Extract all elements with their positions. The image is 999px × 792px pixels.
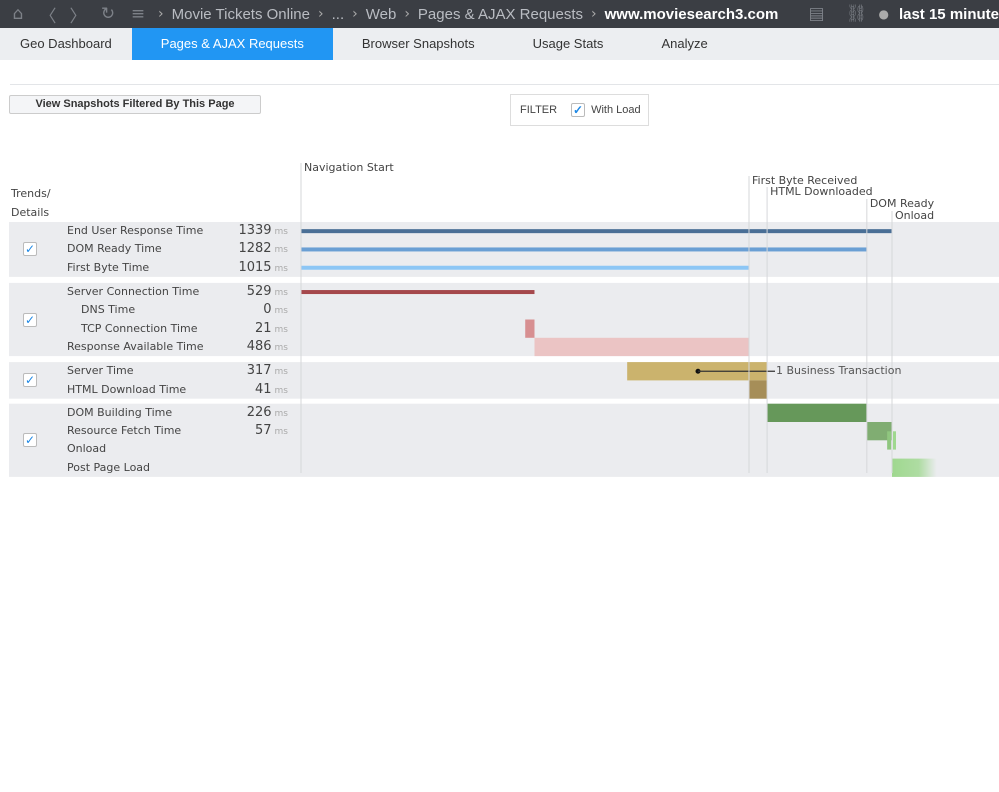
metric-label: Server Connection Time	[67, 285, 200, 299]
unit-label: ms	[274, 342, 288, 353]
metric-value: 1282 ms	[210, 241, 288, 256]
value-number: 1339	[238, 223, 272, 239]
marker-label: Onload	[895, 209, 935, 222]
unit-label: ms	[274, 367, 288, 378]
metric-label: End User Response Time	[67, 224, 204, 238]
metric-value: 0 ms	[210, 302, 288, 317]
value-number: 1282	[238, 241, 272, 257]
metric-label: Response Available Time	[67, 339, 204, 353]
metric-label: Resource Fetch Time	[67, 424, 182, 438]
metric-value: 41 ms	[210, 382, 288, 397]
unit-label: ms	[274, 245, 288, 256]
unit-label: ms	[274, 408, 288, 419]
metric-value: 1015 ms	[210, 260, 288, 275]
trends-checkbox[interactable]: ✓	[23, 312, 37, 327]
marker-label: Navigation Start	[304, 161, 394, 174]
metric-value: 21 ms	[210, 321, 288, 336]
unit-label: ms	[274, 306, 288, 317]
value-number: 21	[254, 320, 272, 336]
unit-label: ms	[274, 227, 288, 238]
metric-label: First Byte Time	[67, 260, 150, 274]
metric-value: 317 ms	[210, 363, 288, 378]
marker-label: HTML Downloaded	[770, 185, 873, 198]
metric-value: 486 ms	[210, 339, 288, 354]
trends-checkbox[interactable]: ✓	[23, 373, 37, 388]
value-number: 529	[246, 284, 272, 300]
value-number: 486	[246, 338, 272, 354]
value-number: 1015	[238, 259, 272, 275]
metric-label: Onload	[67, 442, 107, 456]
metric-label: Post Page Load	[67, 460, 151, 474]
value-number: 57	[254, 423, 272, 439]
metric-value: 529 ms	[210, 284, 288, 299]
metric-label: HTML Download Time	[67, 382, 187, 396]
metric-label: DOM Ready Time	[67, 242, 162, 256]
business-transaction-link[interactable]: 1 Business Transaction	[776, 364, 901, 377]
unit-label: ms	[274, 427, 288, 438]
value-number: 41	[254, 381, 272, 397]
unit-label: ms	[274, 263, 288, 274]
unit-label: ms	[274, 288, 288, 299]
value-number: 226	[246, 404, 272, 420]
metric-value: 226 ms	[210, 405, 288, 420]
metric-value: 57 ms	[210, 423, 288, 438]
unit-label: ms	[274, 324, 288, 335]
metric-rows: ✓ End User Response Time 1339 ms DOM Ready T…	[0, 0, 999, 792]
value-number: 0	[263, 302, 272, 318]
trends-checkbox[interactable]: ✓	[23, 242, 37, 257]
metric-label: DNS Time	[81, 303, 136, 317]
trends-checkbox[interactable]: ✓	[23, 433, 37, 448]
metric-label: TCP Connection Time	[81, 321, 198, 335]
value-number: 317	[246, 363, 272, 379]
unit-label: ms	[274, 385, 288, 396]
metric-label: DOM Building Time	[67, 405, 173, 419]
metric-label: Server Time	[67, 364, 134, 378]
metric-value: 1339 ms	[210, 223, 288, 238]
